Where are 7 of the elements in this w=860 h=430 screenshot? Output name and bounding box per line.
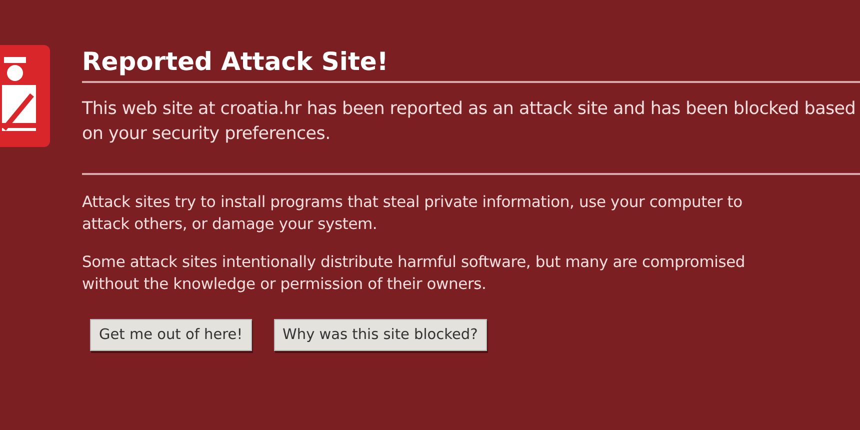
guard-icon xyxy=(0,45,52,147)
description-text: Attack sites try to install programs that steal private information, use your computer to attack others, or damage your system. xyxy=(82,192,744,235)
get-out-button[interactable]: Get me out of here! xyxy=(90,319,252,351)
description-text: Some attack sites intentionally distribute harmful software, but many are compromised without the knowledge or permission of their owners. xyxy=(82,252,746,295)
intro-text: This web site at croatia.hr has been reported as an attack site and has been blocked based on your security preferences. xyxy=(82,97,860,175)
page-title: Reported Attack Site! xyxy=(82,47,860,83)
why-blocked-button[interactable]: Why was this site blocked? xyxy=(274,319,487,351)
